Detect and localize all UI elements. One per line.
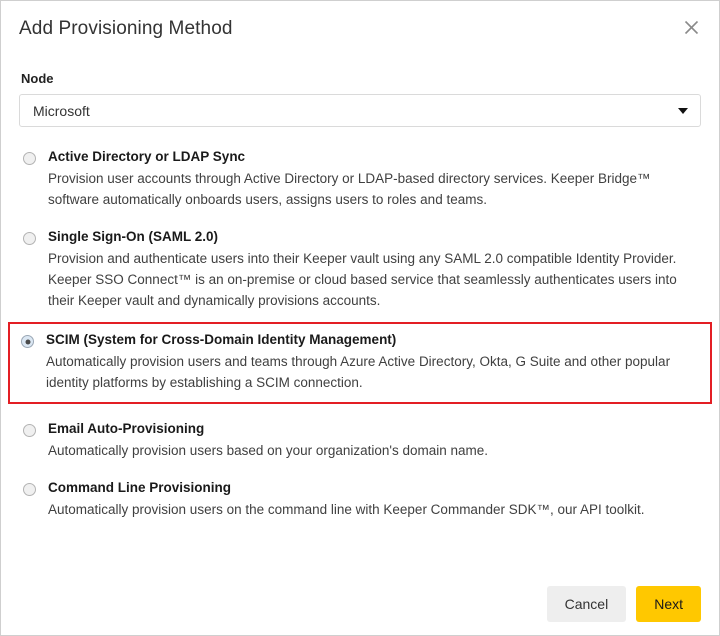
option-title: Single Sign-On (SAML 2.0) bbox=[48, 229, 219, 244]
radio-email-auto-provisioning[interactable] bbox=[23, 424, 36, 437]
option-description: Automatically provision users on the com… bbox=[48, 502, 645, 517]
option-command-line-provisioning[interactable]: Command Line Provisioning Automatically … bbox=[19, 475, 701, 524]
option-email-auto-provisioning[interactable]: Email Auto-Provisioning Automatically pr… bbox=[19, 416, 701, 465]
close-button[interactable] bbox=[675, 11, 707, 43]
radio-single-sign-on-saml[interactable] bbox=[23, 232, 36, 245]
node-select[interactable]: Microsoft bbox=[19, 94, 701, 127]
option-title: Active Directory or LDAP Sync bbox=[48, 149, 246, 164]
option-description: Provision and authenticate users into th… bbox=[48, 251, 677, 308]
option-title: SCIM (System for Cross-Domain Identity M… bbox=[46, 332, 397, 347]
option-text: Single Sign-On (SAML 2.0) Provision and … bbox=[48, 228, 697, 311]
radio-scim[interactable] bbox=[21, 335, 34, 348]
option-text: Active Directory or LDAP Sync Provision … bbox=[48, 148, 697, 210]
option-active-directory-ldap-sync[interactable]: Active Directory or LDAP Sync Provision … bbox=[19, 144, 701, 214]
option-description: Automatically provision users and teams … bbox=[46, 354, 671, 390]
dialog-footer: Cancel Next bbox=[1, 573, 719, 635]
option-text: Email Auto-Provisioning Automatically pr… bbox=[48, 420, 697, 461]
radio-active-directory-ldap-sync[interactable] bbox=[23, 152, 36, 165]
option-description: Provision user accounts through Active D… bbox=[48, 171, 651, 207]
option-text: SCIM (System for Cross-Domain Identity M… bbox=[46, 331, 699, 393]
cancel-button[interactable]: Cancel bbox=[546, 586, 627, 622]
option-title: Command Line Provisioning bbox=[48, 480, 232, 495]
provisioning-method-options: Active Directory or LDAP Sync Provision … bbox=[8, 144, 712, 524]
chevron-down-icon bbox=[678, 107, 688, 114]
node-field-label: Node bbox=[21, 71, 54, 86]
option-description: Automatically provision users based on y… bbox=[48, 443, 489, 458]
close-icon bbox=[684, 20, 699, 35]
option-scim[interactable]: SCIM (System for Cross-Domain Identity M… bbox=[8, 322, 712, 404]
option-title: Email Auto-Provisioning bbox=[48, 421, 205, 436]
option-single-sign-on-saml[interactable]: Single Sign-On (SAML 2.0) Provision and … bbox=[19, 224, 701, 315]
node-select-value: Microsoft bbox=[33, 102, 90, 119]
radio-command-line-provisioning[interactable] bbox=[23, 483, 36, 496]
page-title: Add Provisioning Method bbox=[19, 18, 233, 39]
dialog-header: Add Provisioning Method bbox=[1, 1, 719, 57]
next-button[interactable]: Next bbox=[636, 586, 701, 622]
dialog-body: Node Microsoft Active Directory or LDAP … bbox=[1, 57, 719, 524]
add-provisioning-method-dialog: Add Provisioning Method Node Microsoft A… bbox=[0, 0, 720, 636]
option-text: Command Line Provisioning Automatically … bbox=[48, 479, 697, 520]
